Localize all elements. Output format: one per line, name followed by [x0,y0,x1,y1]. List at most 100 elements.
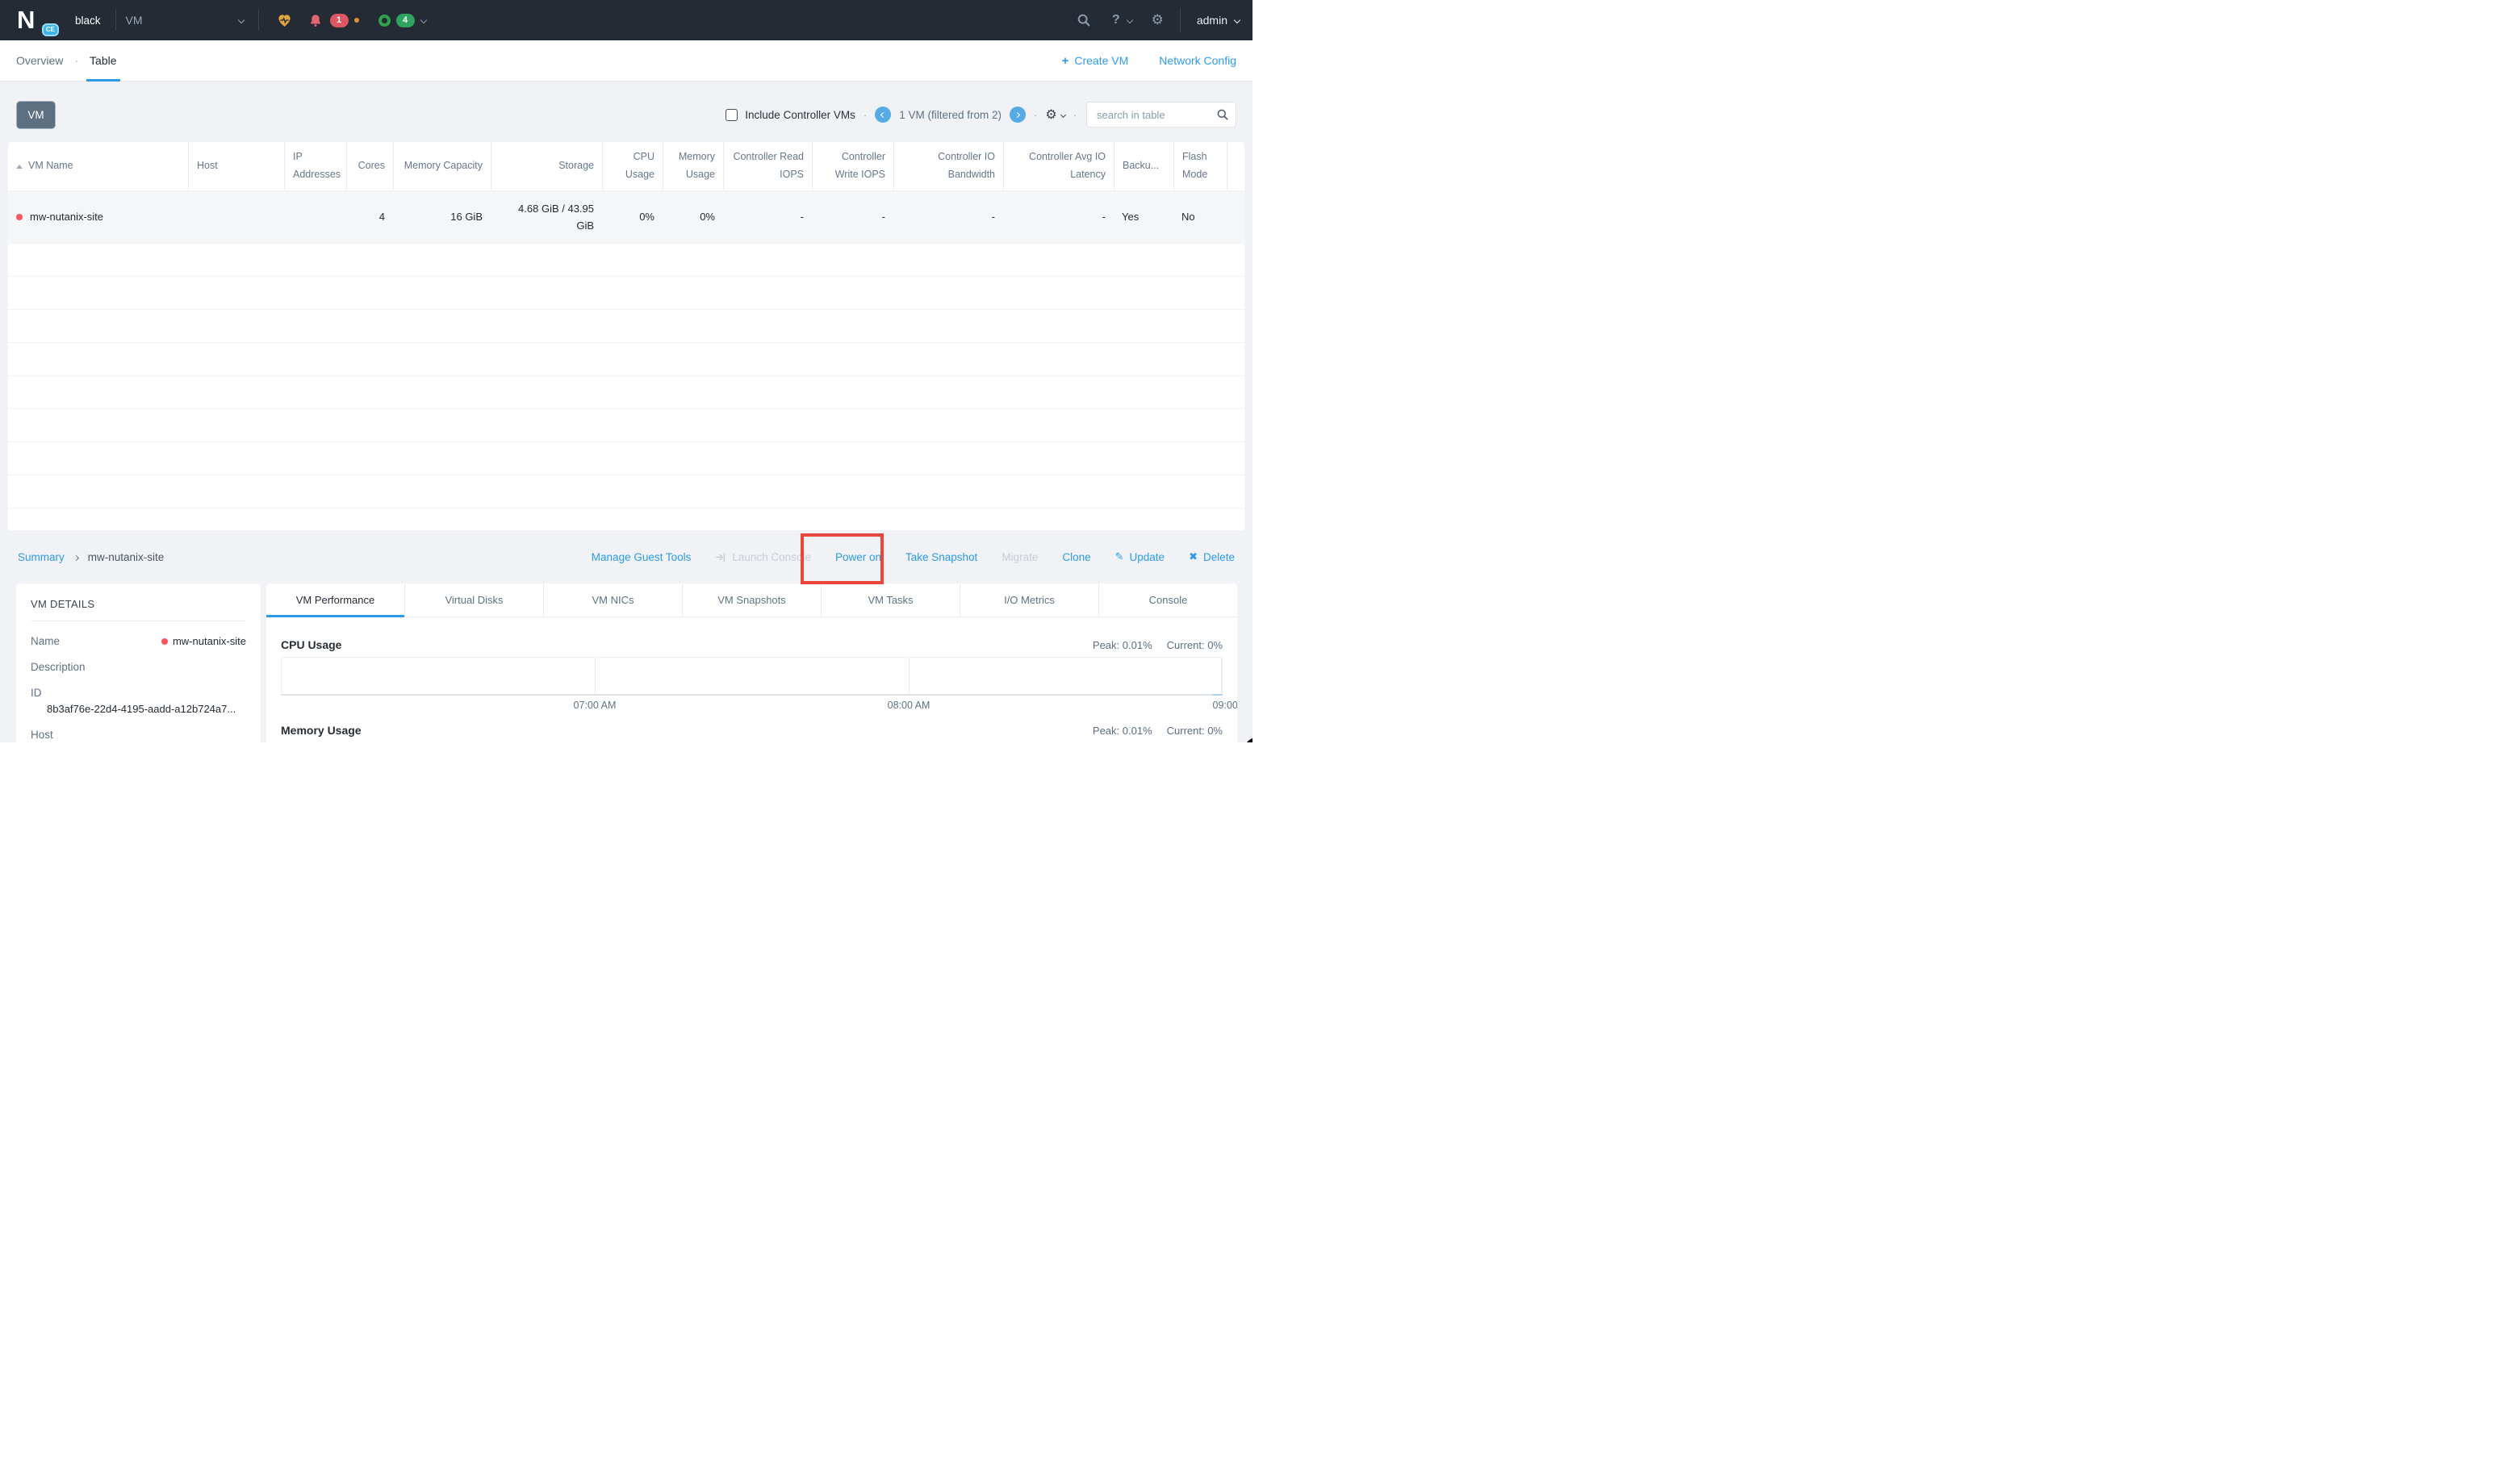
x-tick: 08:00 AM [888,700,930,711]
cpu-current-value: Current: 0% [1167,639,1223,651]
name-value: mw-nutanix-site [173,635,246,647]
table-settings-dropdown[interactable]: ⚙ [1045,108,1064,121]
update-button[interactable]: ✎Update [1115,551,1165,563]
tab-vm-nics[interactable]: VM NICs [544,583,683,617]
id-value: 8b3af76e-22d4-4195-aadd-a12b724a7... [31,703,246,715]
vm-name-cell[interactable]: mw-nutanix-site [30,208,103,225]
next-page-button[interactable] [1010,107,1026,123]
nutanix-logo[interactable]: N CE [17,6,54,34]
health-heart-icon[interactable] [277,13,292,28]
chevron-down-icon[interactable] [1126,17,1132,23]
power-state-off-icon [161,638,168,645]
clone-button[interactable]: Clone [1062,551,1090,563]
tab-overview[interactable]: Overview [16,40,63,82]
help-icon[interactable]: ? [1112,13,1120,27]
include-controller-checkbox[interactable] [726,109,738,121]
column-header-cpu-usage[interactable]: CPU Usage [602,142,663,190]
table-row-empty [8,442,1244,475]
network-config-button[interactable]: Network Config [1159,54,1236,67]
controller-read-iops-cell: - [801,208,804,225]
cpu-peak-value: Peak: 0.01% [1093,639,1152,651]
global-search-icon[interactable] [1077,13,1091,27]
tab-vm-performance[interactable]: VM Performance [266,583,405,617]
table-row-empty [8,475,1244,508]
subnav-actions: + Create VM Network Config [1062,54,1236,68]
table-toolbar: VM Include Controller VMs · 1 VM (filter… [16,100,1236,129]
migrate-button[interactable]: Migrate [1002,551,1038,563]
manage-guest-tools-button[interactable]: Manage Guest Tools [592,551,692,563]
dot-separator: · [1073,109,1077,121]
alert-count-badge[interactable]: 1 [330,14,349,27]
delete-button[interactable]: ✖Delete [1189,551,1235,563]
scrollbar-gutter [1227,142,1244,190]
user-menu[interactable]: admin [1197,14,1240,27]
tab-table[interactable]: Table [90,40,116,82]
column-header-memory-capacity[interactable]: Memory Capacity [393,142,491,190]
backup-cell: Yes [1122,208,1139,225]
launch-console-button[interactable]: Launch Console [715,551,811,563]
launch-console-icon [715,552,726,562]
power-on-button[interactable]: Power on [835,551,881,563]
column-header-ip-addresses[interactable]: IP Addresses [284,142,346,190]
prev-page-button[interactable] [875,107,891,123]
gridline [595,658,596,694]
cores-cell: 4 [379,208,385,225]
search-icon [1216,108,1229,125]
tab-console[interactable]: Console [1099,583,1237,617]
vm-details-title: VM DETAILS [31,598,246,610]
table-row-selected[interactable]: mw-nutanix-site 4 16 GiB 4.68 GiB / 43.9… [8,190,1244,244]
name-label: Name [31,635,60,647]
chevron-right-icon [1014,111,1020,117]
tab-vm-snapshots[interactable]: VM Snapshots [683,583,822,617]
task-count-badge[interactable]: 4 [396,14,415,27]
controller-write-iops-cell: - [882,208,885,225]
table-search-input[interactable] [1086,102,1236,127]
column-header-host[interactable]: Host [188,142,284,190]
host-label: Host [31,729,53,741]
chevron-down-icon[interactable] [420,17,426,23]
table-search [1086,102,1236,127]
username: admin [1197,14,1227,27]
chevron-right-icon [74,550,78,564]
table-row-empty [8,376,1244,409]
power-state-off-icon [16,214,23,220]
table-header-row: VM Name Host IP Addresses Cores Memory C… [8,142,1244,190]
settings-gear-icon[interactable]: ⚙ [1152,14,1164,27]
column-header-vm-name[interactable]: VM Name [8,142,188,190]
column-header-controller-write-iops[interactable]: Controller Write IOPS [812,142,893,190]
create-vm-button[interactable]: + Create VM [1062,54,1129,68]
column-header-cores[interactable]: Cores [346,142,393,190]
vm-actions: Manage Guest Tools Launch Console Power … [592,551,1235,563]
column-header-controller-io-bandwidth[interactable]: Controller IO Bandwidth [893,142,1003,190]
take-snapshot-button[interactable]: Take Snapshot [905,551,977,563]
tab-virtual-disks[interactable]: Virtual Disks [405,583,544,617]
topbar-divider [115,10,116,31]
tasks-ring-icon[interactable] [378,15,391,27]
column-header-storage[interactable]: Storage [491,142,602,190]
cpu-chart-x-axis: 07:00 AM 08:00 AM 09:00 [281,698,1223,713]
tab-io-metrics[interactable]: I/O Metrics [960,583,1099,617]
detail-row-description: Description [31,661,246,673]
floating-widget-button[interactable] [1244,738,1252,742]
column-header-backup[interactable]: Backu... [1114,142,1173,190]
controller-io-bandwidth-cell: - [992,208,995,225]
column-header-flash-mode[interactable]: Flash Mode [1173,142,1227,190]
ce-edition-badge: CE [42,23,59,36]
vm-action-bar: Summary mw-nutanix-site Manage Guest Too… [0,530,1252,583]
cluster-name[interactable]: black [75,15,101,27]
column-header-controller-avg-io-latency[interactable]: Controller Avg IO Latency [1003,142,1114,190]
nutanix-logo-letter: N [17,6,33,34]
entity-type-button[interactable]: VM [16,101,56,129]
tab-vm-tasks[interactable]: VM Tasks [822,583,960,617]
column-header-controller-read-iops[interactable]: Controller Read IOPS [723,142,812,190]
entity-nav-dropdown[interactable]: VM [126,14,244,27]
gear-icon: ⚙ [1045,108,1056,121]
alerts-bell-icon[interactable] [308,13,324,28]
table-row-empty [8,343,1244,376]
breadcrumb-current-vm: mw-nutanix-site [88,551,165,563]
breadcrumb-summary-link[interactable]: Summary [18,551,65,563]
cpu-usage-chart[interactable] [281,657,1223,696]
column-header-memory-usage[interactable]: Memory Usage [663,142,723,190]
table-row-empty [8,244,1244,277]
top-bar: N CE black VM 1 4 ? ⚙ ad [0,0,1252,40]
